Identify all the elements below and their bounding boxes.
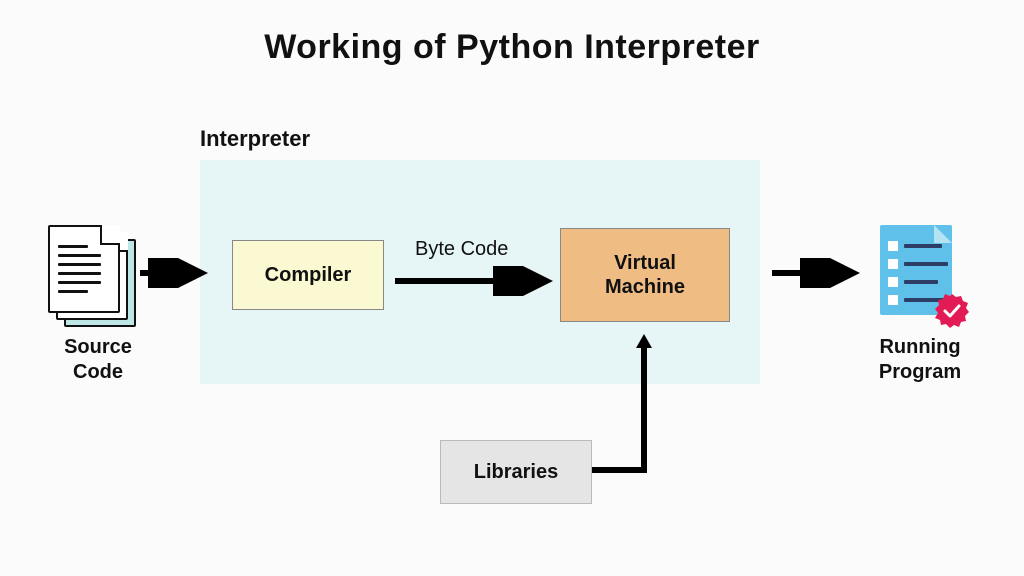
source-code-label: Source Code bbox=[48, 335, 148, 385]
page-title: Working of Python Interpreter bbox=[0, 28, 1024, 67]
compiler-block: Compiler bbox=[232, 240, 384, 310]
virtual-machine-block: Virtual Machine bbox=[560, 228, 730, 322]
libraries-label: Libraries bbox=[474, 461, 558, 484]
interpreter-label: Interpreter bbox=[200, 126, 310, 152]
check-seal-icon bbox=[934, 293, 970, 329]
arrow-vm-to-running bbox=[772, 258, 862, 288]
running-program-icon bbox=[880, 225, 960, 325]
compiler-label: Compiler bbox=[265, 264, 352, 287]
bytecode-label: Byte Code bbox=[415, 238, 508, 261]
libraries-block: Libraries bbox=[440, 440, 592, 504]
virtual-machine-label: Virtual Machine bbox=[605, 251, 685, 299]
running-program-label: Running Program bbox=[860, 335, 980, 385]
source-code-icon bbox=[48, 225, 138, 325]
